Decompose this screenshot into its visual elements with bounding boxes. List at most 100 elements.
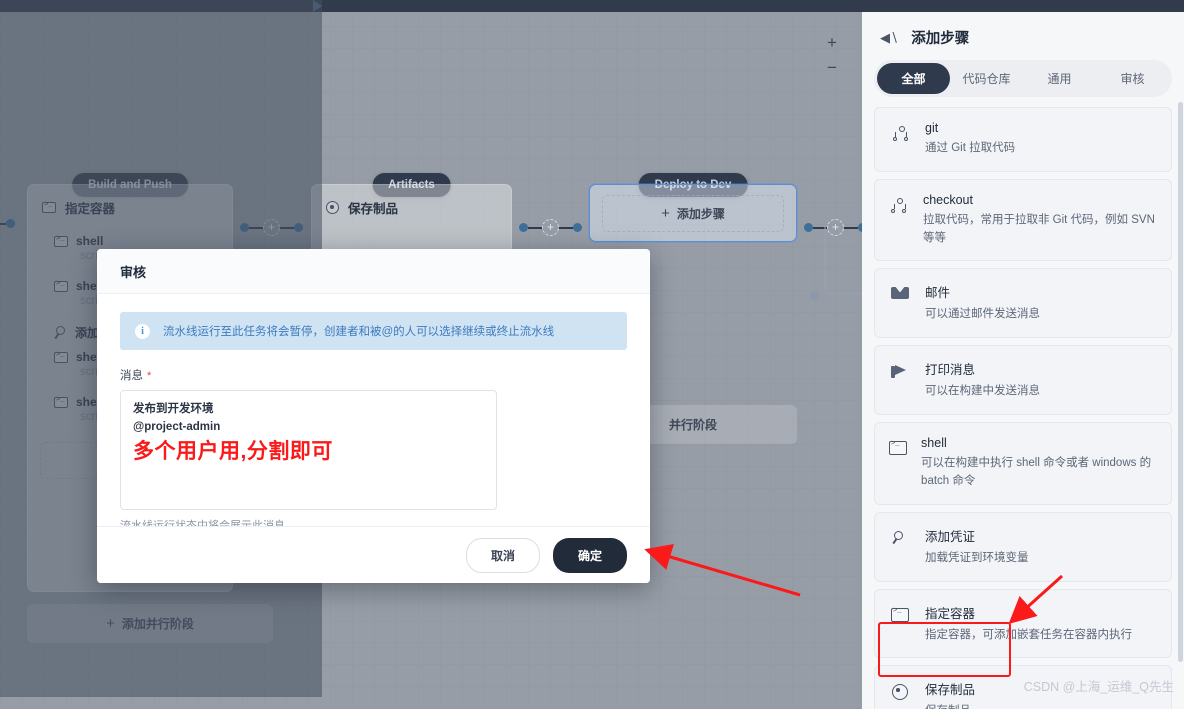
list-item-shell[interactable]: shell 可以在构建中执行 shell 命令或者 windows 的 batc…	[874, 422, 1172, 505]
list-item-name: 添加凭证	[925, 529, 976, 544]
terminal-icon	[54, 351, 68, 363]
textarea-annotation: 多个用户用,分割即可	[133, 439, 333, 463]
required-mark: *	[147, 370, 152, 382]
tab-general[interactable]: 通用	[1023, 63, 1096, 94]
tab-review[interactable]: 审核	[1096, 63, 1169, 94]
connector-branch-dot	[810, 291, 819, 300]
confirm-button[interactable]: 确定	[552, 537, 627, 573]
info-icon: i	[135, 323, 150, 339]
info-alert-text: 流水线运行至此任务将会暂停，创建者和被@的人可以选择继续或终止流水线	[163, 326, 555, 338]
watermark: CSDN @上海_运维_Q先生	[1023, 680, 1174, 694]
list-item-name: git	[925, 121, 939, 135]
zoom-in-button[interactable]: +	[822, 34, 842, 51]
textarea-line: 发布到开发环境	[133, 403, 214, 415]
job-name: 指定容器	[65, 202, 116, 216]
terminal-icon	[54, 396, 68, 408]
list-item-mail[interactable]: 邮件 可以通过邮件发送消息	[874, 268, 1172, 339]
terminal-icon	[889, 603, 911, 622]
connector-start[interactable]	[0, 219, 15, 228]
screen-root: + − Build and Push 指定容器 shell script mvn	[0, 0, 1184, 709]
connector-line	[528, 226, 542, 229]
panel-header: ◀∖ 添加步骤	[862, 12, 1184, 60]
app-topbar	[0, 0, 1184, 12]
list-item-name: checkout	[922, 192, 973, 207]
step-row[interactable]: shell	[28, 227, 232, 250]
list-item-git[interactable]: git 通过 Git 拉取代码	[874, 107, 1172, 172]
mail-icon	[889, 282, 911, 300]
list-item-desc: 可以通过邮件发送消息	[925, 308, 1040, 321]
connector-line	[559, 226, 573, 229]
dialog-body: i 流水线运行至此任务将会暂停，创建者和被@的人可以选择继续或终止流水线 消息 *…	[97, 294, 650, 533]
add-parallel-stage-button[interactable]: + 添加并行阶段	[27, 604, 273, 643]
list-item-desc: 可以在构建中执行 shell 命令或者 windows 的 batch 命令	[921, 457, 1152, 487]
app-logo	[313, 0, 328, 13]
parallel-stage-label: 并行阶段	[668, 418, 717, 432]
add-parallel-stage-label: 添加并行阶段	[121, 617, 194, 631]
list-item-name: 保存制品	[925, 683, 976, 698]
connector-2[interactable]: +	[519, 219, 582, 236]
add-step-label: 添加步骤	[676, 207, 725, 221]
back-arrow-icon[interactable]: ◀∖	[880, 30, 898, 46]
job-name: 保存制品	[348, 202, 399, 216]
list-item-name: 指定容器	[925, 606, 976, 621]
panel-tabs[interactable]: 全部 代码仓库 通用 审核	[874, 60, 1172, 97]
job-header[interactable]: 指定容器	[28, 185, 232, 227]
dialog-header: 审核	[97, 249, 650, 294]
connector-dot	[804, 223, 813, 232]
list-item-desc: 通过 Git 拉取代码	[925, 142, 1016, 154]
list-item-checkout[interactable]: checkout 拉取代码，常用于拉取非 Git 代码，例如 SVN 等等	[874, 178, 1172, 262]
key-icon	[54, 326, 67, 339]
git-icon	[889, 121, 911, 141]
list-item-desc: 可以在构建中发送消息	[925, 385, 1040, 398]
message-field-label: 消息 *	[120, 367, 627, 383]
message-label-text: 消息	[120, 370, 143, 382]
list-item-name: 邮件	[925, 286, 951, 301]
tab-repository[interactable]: 代码仓库	[950, 63, 1023, 94]
list-item-desc: 拉取代码，常用于拉取非 Git 代码，例如 SVN 等等	[922, 213, 1155, 244]
terminal-icon	[54, 280, 68, 292]
zoom-out-button[interactable]: −	[822, 59, 842, 76]
dialog-footer: 取消 确定	[97, 526, 650, 583]
terminal-icon	[54, 235, 68, 247]
connector-line	[249, 226, 263, 229]
list-item-specify-container[interactable]: 指定容器 指定容器，可添加嵌套任务在容器内执行	[874, 588, 1172, 659]
terminal-icon	[42, 201, 56, 213]
info-alert: i 流水线运行至此任务将会暂停，创建者和被@的人可以选择继续或终止流水线	[120, 312, 627, 350]
panel-scrollbar[interactable]	[1178, 102, 1183, 662]
terminal-icon	[889, 436, 908, 456]
list-item-name: shell	[921, 436, 947, 451]
textarea-line: @project-admin	[133, 420, 221, 433]
add-step-button[interactable]: + 添加步骤	[602, 195, 784, 232]
job-header[interactable]: 保存制品	[312, 185, 511, 227]
git-icon	[889, 193, 909, 213]
dialog-title: 审核	[120, 264, 147, 280]
logo-mark-icon	[313, 0, 322, 12]
list-item-print-message[interactable]: 打印消息 可以在构建中发送消息	[874, 345, 1172, 416]
add-step-panel[interactable]: ◀∖ 添加步骤 全部 代码仓库 通用 审核 git 通过 Git 拉取代码 ch…	[862, 12, 1184, 709]
cancel-button[interactable]: 取消	[465, 537, 540, 573]
connector-dot	[240, 223, 249, 232]
panel-title: 添加步骤	[911, 31, 970, 47]
step-name: shell	[76, 234, 104, 248]
step-library-list[interactable]: git 通过 Git 拉取代码 checkout 拉取代码，常用于拉取非 Git…	[862, 97, 1184, 709]
message-textarea[interactable]: 发布到开发环境 @project-admin 多个用户用,分割即可	[120, 390, 497, 510]
list-item-desc: 加载凭证到环境变量	[925, 551, 1029, 564]
list-item-desc: 指定容器，可添加嵌套任务在容器内执行	[925, 628, 1132, 641]
connector-add-icon[interactable]: +	[542, 219, 559, 236]
disc-icon	[326, 201, 339, 214]
connector-dot	[6, 219, 15, 228]
plus-icon: +	[106, 615, 115, 632]
list-item-add-credential[interactable]: 添加凭证 加载凭证到环境变量	[874, 511, 1172, 582]
list-item-desc: 保存制品	[925, 703, 975, 709]
plus-icon: +	[661, 205, 670, 222]
list-item-name: 打印消息	[925, 363, 976, 378]
tab-all[interactable]: 全部	[877, 63, 950, 94]
connector-dot	[519, 223, 528, 232]
key-icon	[889, 526, 911, 547]
stage-card-selected[interactable]: + 添加步骤	[589, 184, 797, 242]
connector-branch-line	[824, 225, 862, 295]
review-dialog[interactable]: 审核 i 流水线运行至此任务将会暂停，创建者和被@的人可以选择继续或终止流水线 …	[97, 249, 650, 583]
horn-icon	[889, 359, 911, 379]
disc-icon	[889, 679, 911, 701]
connector-dot	[573, 223, 582, 232]
